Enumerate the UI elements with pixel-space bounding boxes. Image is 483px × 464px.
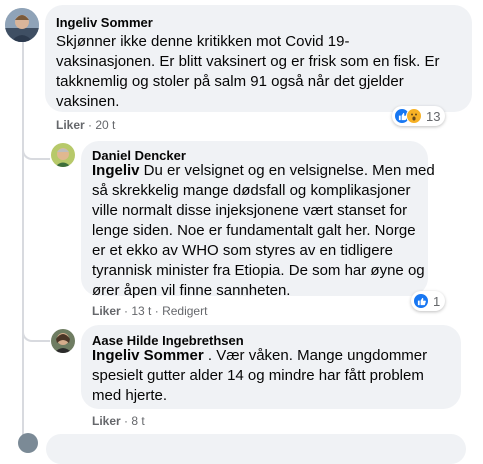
comment-text-line: Ingeliv Sommer . Vær våken. Mange ungdom… [92,346,427,366]
reaction-summary[interactable]: 13 [392,106,446,126]
like-button[interactable]: Liker [92,304,121,318]
reaction-summary[interactable]: 1 [411,291,446,311]
comment-text: Ingeliv Du er velsignet og en velsignels… [92,161,435,301]
like-button[interactable]: Liker [56,118,85,132]
separator: · [88,118,93,132]
reaction-count: 13 [426,108,441,124]
comment-text-line: med hjerte. [92,387,168,404]
comment-text-line: ville normalt disse injeksjonene vært st… [92,202,408,219]
comment-time[interactable]: 13 t [131,304,151,318]
avatar-next-comment[interactable] [18,433,38,453]
comment-text: Skjønner ikke denne kritikken mot Covid … [56,32,439,112]
comment-text-first: Du er velsignet og en velsignelse. Men m… [139,162,435,179]
comment-text-line: ører åpen vil finne sannheten. [92,282,291,299]
comment-text-line: tyrannisk minister fra Etiopia. De som h… [92,262,425,279]
comment-actions: Liker · 13 t · Redigert [92,304,207,318]
like-icon [413,293,429,309]
comment-text: Ingeliv Sommer . Vær våken. Mange ungdom… [92,346,427,406]
avatar-daniel-dencker[interactable] [51,143,75,167]
avatar-ingeliv-sommer[interactable] [5,8,39,42]
reply-connector [22,130,50,160]
comment-author[interactable]: Ingeliv Sommer [56,15,153,31]
avatar-image [51,329,75,353]
reply-connector [22,316,50,342]
comment-text-line: lenge siden. Noe er fundamentalt galt he… [92,222,416,239]
mention-tag[interactable]: Ingeliv Sommer [92,347,204,364]
mention-tag[interactable]: Ingeliv [92,162,140,179]
comment-actions: Liker · 8 t [92,414,145,428]
avatar-image [5,8,39,42]
avatar-image [51,143,75,167]
comment-text-first: . Vær våken. Mange ungdommer [203,347,428,364]
comment-text-line: så skrekkelig mange dødsfall og komplika… [92,182,411,199]
comment-actions: Liker · 20 t [56,118,115,132]
comment-text-line: spesielt gutter alder 14 og mindre har f… [92,367,424,384]
comment-text-line: Skjønner ikke denne kritikken mot Covid … [56,33,350,50]
edited-label: Redigert [162,304,208,318]
comment-text-line: er et ekko av WHO som styres av en tidli… [92,242,393,259]
separator: · [124,304,129,318]
comment-text-line: vaksinen. [56,93,120,110]
separator: · [124,414,129,428]
separator: · [154,304,159,318]
comment-text-line: takknemlig og stoler på salm 91 også når… [56,73,404,90]
wow-icon [406,108,422,124]
thread-line [22,42,24,439]
avatar-aase-hilde-ingebrethsen[interactable] [51,329,75,353]
comment-time[interactable]: 8 t [131,414,144,428]
like-button[interactable]: Liker [92,414,121,428]
comment-time[interactable]: 20 t [95,118,115,132]
reaction-count: 1 [433,293,441,309]
comment-text-line: vaksinasjonen. Er blitt vaksinert og er … [56,53,440,70]
comment-text-line: Ingeliv Du er velsignet og en velsignels… [92,161,435,181]
